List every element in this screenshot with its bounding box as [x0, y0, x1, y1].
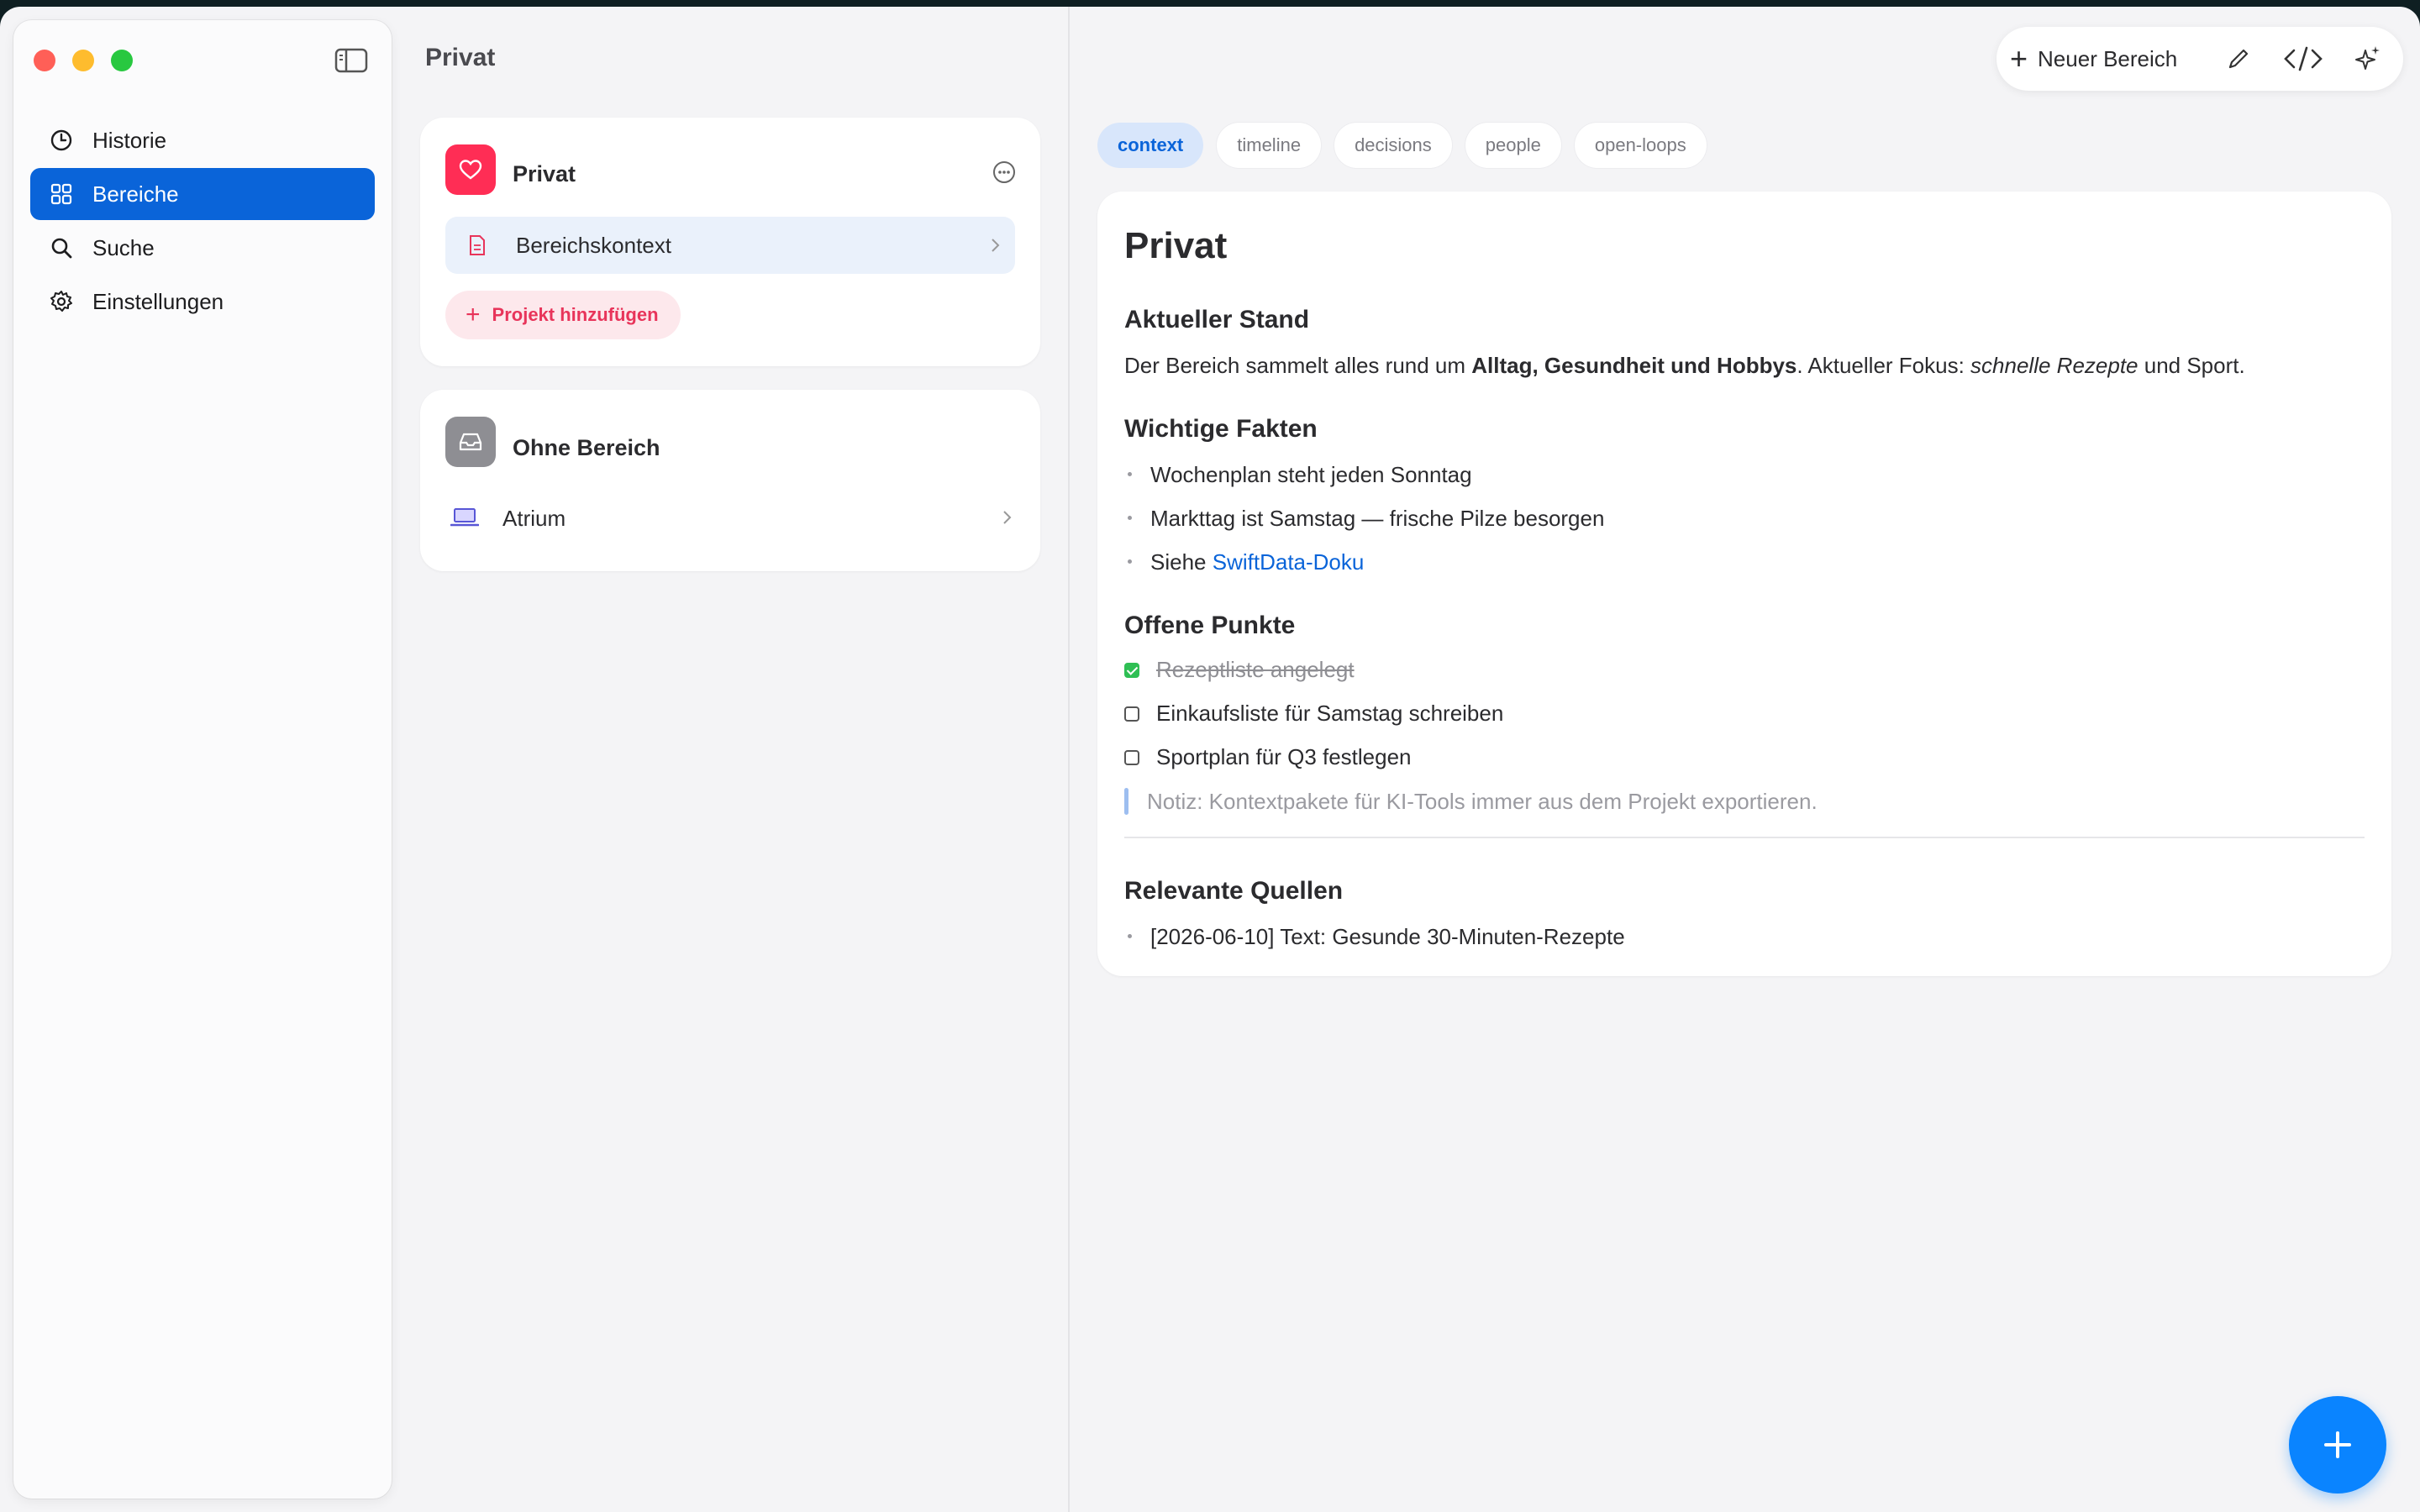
swiftdata-doku-link[interactable]: SwiftData-Doku	[1213, 549, 1365, 575]
plus-icon	[2324, 1431, 2351, 1458]
list-item: Wochenplan steht jeden Sonntag	[1124, 462, 1472, 488]
sparkles-icon[interactable]	[2353, 44, 2383, 74]
page-title: Privat	[425, 44, 496, 71]
app-window: Historie Bereiche Suche Einstellungen Pr…	[0, 7, 2420, 1512]
tab-decisions[interactable]: decisions	[1334, 123, 1452, 168]
sidebar-nav: Historie Bereiche Suche Einstellungen	[30, 114, 375, 329]
project-label: Atrium	[502, 506, 566, 531]
minimize-window-button[interactable]	[72, 50, 94, 71]
sidebar-item-bereiche[interactable]: Bereiche	[30, 168, 375, 220]
todo-item: Einkaufsliste für Samstag schreiben	[1124, 701, 1503, 727]
gear-icon	[50, 291, 72, 312]
section-heading: Offene Punkte	[1124, 612, 1296, 639]
tab-context[interactable]: context	[1097, 123, 1204, 168]
plus-icon: +	[466, 301, 481, 328]
section-heading: Wichtige Fakten	[1124, 415, 1318, 443]
tray-icon	[445, 417, 496, 467]
more-options-icon[interactable]	[992, 160, 1017, 185]
context-row-label: Bereichskontext	[516, 233, 671, 258]
zoom-window-button[interactable]	[111, 50, 133, 71]
plus-icon: +	[2010, 41, 2028, 76]
laptop-icon	[450, 508, 479, 527]
context-row[interactable]: Bereichskontext	[445, 217, 1015, 274]
context-document: Privat Aktueller Stand Der Bereich samme…	[1097, 192, 2391, 976]
list-item: Markttag ist Samstag — frische Pilze bes…	[1124, 506, 1604, 532]
list-item: Siehe SwiftData-Doku	[1124, 549, 1364, 575]
heart-icon	[445, 144, 496, 195]
new-area-button[interactable]: + Neuer Bereich	[2010, 27, 2177, 91]
sidebar-item-label: Bereiche	[92, 181, 179, 207]
divider	[1124, 837, 2365, 838]
add-project-label: Projekt hinzufügen	[492, 304, 659, 325]
sidebar: Historie Bereiche Suche Einstellungen	[13, 20, 392, 1499]
project-row-atrium[interactable]: Atrium	[445, 487, 1015, 548]
sidebar-item-label: Einstellungen	[92, 288, 224, 314]
checkbox[interactable]	[1124, 749, 1139, 765]
tab-open-loops[interactable]: open-loops	[1574, 123, 1707, 168]
code-icon[interactable]	[2282, 44, 2324, 74]
section-heading: Relevante Quellen	[1124, 877, 1344, 905]
document-title: Privat	[1124, 225, 1228, 266]
todo-item: Sportplan für Q3 festlegen	[1124, 744, 1412, 770]
new-area-label: Neuer Bereich	[2038, 45, 2178, 71]
sidebar-item-label: Suche	[92, 234, 155, 260]
sidebar-item-historie[interactable]: Historie	[30, 114, 375, 166]
area-title: Ohne Bereich	[513, 435, 660, 460]
checkbox[interactable]	[1124, 706, 1139, 722]
chevron-right-icon	[1003, 511, 1012, 524]
status-paragraph: Der Bereich sammelt alles rund um Alltag…	[1124, 353, 2245, 378]
tab-bar: context timeline decisions people open-l…	[1097, 123, 1720, 168]
close-window-button[interactable]	[34, 50, 55, 71]
column-divider	[1068, 7, 1070, 1512]
note-quote: Notiz: Kontextpakete für KI-Tools immer …	[1124, 788, 1818, 815]
search-icon	[51, 238, 72, 259]
list-item: [2026-06-10] Text: Gesunde 30-Minuten-Re…	[1124, 924, 1625, 950]
sidebar-item-suche[interactable]: Suche	[30, 222, 375, 274]
tab-people[interactable]: people	[1465, 123, 1561, 168]
section-heading: Aktueller Stand	[1124, 306, 1310, 333]
sidebar-item-label: Historie	[92, 127, 167, 153]
sidebar-toggle-icon[interactable]	[334, 47, 368, 74]
area-title: Privat	[513, 161, 576, 186]
grid-icon	[50, 183, 72, 205]
toolbar: + Neuer Bereich	[1996, 27, 2403, 91]
chevron-right-icon	[992, 239, 1000, 252]
clock-icon	[50, 129, 72, 151]
document-icon	[470, 235, 485, 255]
add-project-button[interactable]: + Projekt hinzufügen	[445, 291, 681, 339]
pencil-icon[interactable]	[2223, 44, 2254, 74]
tab-timeline[interactable]: timeline	[1217, 123, 1322, 168]
sidebar-item-einstellungen[interactable]: Einstellungen	[30, 276, 375, 328]
checkbox-checked[interactable]	[1124, 662, 1139, 678]
todo-item: Rezeptliste angelegt	[1124, 657, 1355, 683]
area-card-ohne-bereich: Ohne Bereich Atrium	[420, 390, 1040, 571]
area-card-privat: Privat Bereichskontext + Projekt hinzufü…	[420, 118, 1040, 366]
add-fab-button[interactable]	[2289, 1396, 2386, 1494]
